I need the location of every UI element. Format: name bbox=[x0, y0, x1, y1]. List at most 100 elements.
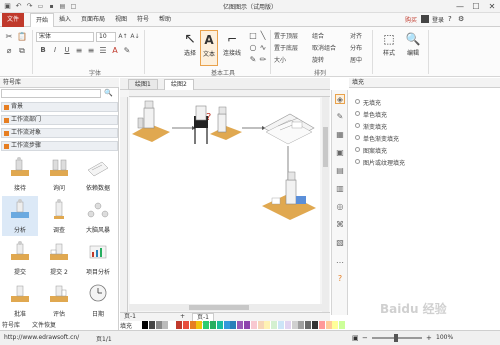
line-icon[interactable]: ╲ bbox=[258, 31, 268, 40]
underline-button[interactable]: U bbox=[62, 46, 72, 55]
fill-option-pattern[interactable]: 图案填充 bbox=[355, 146, 387, 155]
category-workflow-department[interactable]: 工作流部门 bbox=[1, 115, 118, 125]
color-swatch[interactable] bbox=[182, 321, 189, 329]
shape-submit[interactable]: 提交 bbox=[2, 238, 38, 278]
minimize-button[interactable]: — bbox=[452, 0, 468, 13]
color-swatch[interactable] bbox=[257, 321, 264, 329]
category-workflow-object[interactable]: 工作流对象 bbox=[1, 128, 118, 138]
ellipse-icon[interactable]: ○ bbox=[248, 43, 258, 52]
font-size-select[interactable]: 10 bbox=[96, 32, 116, 42]
category-background[interactable]: 背景 bbox=[1, 102, 118, 112]
align-button[interactable]: 对齐 bbox=[350, 31, 362, 40]
style-button[interactable]: ⬚ 样式 bbox=[378, 30, 400, 66]
shrink-font-icon[interactable]: A↓ bbox=[130, 32, 140, 41]
color-swatch[interactable] bbox=[155, 321, 162, 329]
edit-button[interactable]: 🔍 编辑 bbox=[402, 30, 424, 66]
curve-icon[interactable]: ∿ bbox=[258, 43, 268, 52]
color-swatch[interactable] bbox=[318, 321, 325, 329]
analysis-figure[interactable] bbox=[262, 171, 316, 220]
fill-option-solid-gradient[interactable]: 单色渐变填充 bbox=[355, 134, 399, 143]
scroll-thumb[interactable] bbox=[323, 127, 328, 167]
select-tool[interactable]: ↖ 选择 bbox=[181, 30, 199, 66]
comment-icon[interactable]: … bbox=[335, 256, 345, 266]
tab-symbol-library[interactable]: 符号库 bbox=[2, 320, 20, 329]
shape-submit-2[interactable]: 提交 2 bbox=[41, 238, 77, 278]
shape-date[interactable]: 日期 bbox=[80, 280, 116, 320]
login-link[interactable]: 登录 bbox=[432, 15, 444, 24]
color-swatch[interactable] bbox=[203, 321, 210, 329]
text-tool[interactable]: A 文本 bbox=[200, 30, 218, 66]
save-icon[interactable]: ▪ bbox=[47, 2, 56, 11]
rotate-button[interactable]: 旋转 bbox=[312, 55, 324, 64]
bullet-icon[interactable]: ☰ bbox=[98, 46, 108, 55]
highlight-icon[interactable]: ✎ bbox=[122, 46, 132, 55]
buy-link[interactable]: 购买 bbox=[405, 15, 417, 24]
help-panel-icon[interactable]: ? bbox=[335, 274, 345, 284]
zoom-in-icon[interactable]: + bbox=[426, 334, 432, 342]
tab-page-layout[interactable]: 页面布局 bbox=[76, 13, 110, 27]
page-nav-label[interactable]: 页-1 bbox=[124, 313, 136, 321]
tab-home[interactable]: 开始 bbox=[30, 13, 55, 27]
shape-survey[interactable]: 调查 bbox=[41, 196, 77, 236]
close-button[interactable]: ✕ bbox=[484, 0, 500, 13]
color-swatch[interactable] bbox=[176, 321, 182, 329]
fit-page-icon[interactable]: ▣ bbox=[352, 334, 359, 342]
inquiry-figure[interactable]: ? bbox=[194, 105, 242, 144]
shape-reception[interactable]: 接待 bbox=[2, 154, 38, 194]
fill-option-solid[interactable]: 单色填充 bbox=[355, 110, 387, 119]
cut-icon[interactable]: ✂ bbox=[4, 32, 14, 41]
help-icon[interactable]: ? bbox=[448, 15, 452, 23]
align-left-icon[interactable]: ≡ bbox=[74, 46, 84, 55]
center-button[interactable]: 居中 bbox=[350, 55, 362, 64]
format-painter-icon[interactable]: ⌀ bbox=[4, 46, 14, 55]
zoom-out-icon[interactable]: − bbox=[362, 334, 368, 342]
navigator-icon[interactable]: ◎ bbox=[335, 202, 345, 212]
category-workflow-steps[interactable]: 工作流步骤 bbox=[1, 141, 118, 151]
shadow-icon[interactable]: ▦ bbox=[335, 130, 345, 140]
website-link[interactable]: http://www.edrawsoft.cn/ bbox=[4, 334, 79, 341]
zoom-slider-thumb[interactable] bbox=[394, 334, 398, 342]
group-button[interactable]: 组合 bbox=[312, 31, 324, 40]
search-icon[interactable]: 🔍 bbox=[104, 89, 113, 97]
distribute-button[interactable]: 分布 bbox=[350, 43, 362, 52]
color-swatch[interactable] bbox=[189, 321, 196, 329]
copy-icon[interactable]: ⧉ bbox=[17, 46, 27, 55]
vertical-scrollbar[interactable] bbox=[322, 97, 329, 315]
page-setup-icon[interactable]: ▥ bbox=[335, 184, 345, 194]
color-swatch[interactable] bbox=[196, 321, 203, 329]
rectangle-icon[interactable]: □ bbox=[248, 31, 258, 40]
grow-font-icon[interactable]: A↑ bbox=[118, 32, 128, 41]
data-icon[interactable]: ▧ bbox=[335, 238, 345, 248]
bold-button[interactable]: B bbox=[38, 46, 48, 55]
line-style-icon[interactable]: ✎ bbox=[335, 112, 345, 122]
image-icon[interactable]: ▣ bbox=[335, 148, 345, 158]
fill-option-none[interactable]: 无填充 bbox=[355, 98, 381, 107]
fill-option-picture[interactable]: 图片或纹理填充 bbox=[355, 158, 405, 167]
align-center-icon[interactable]: ≡ bbox=[86, 46, 96, 55]
ungroup-button[interactable]: 取消组合 bbox=[312, 43, 336, 52]
color-swatch[interactable] bbox=[339, 321, 346, 329]
new-icon[interactable]: □ bbox=[69, 2, 78, 11]
undo-icon[interactable]: ↶ bbox=[14, 2, 23, 11]
zoom-slider[interactable] bbox=[372, 334, 422, 342]
color-swatch[interactable] bbox=[325, 321, 332, 329]
tab-insert[interactable]: 插入 bbox=[54, 13, 76, 27]
shape-brainstorm[interactable]: 大脑风暴 bbox=[80, 196, 116, 236]
color-swatch[interactable] bbox=[264, 321, 271, 329]
font-color-icon[interactable]: A bbox=[110, 46, 120, 55]
shape-inquiry[interactable]: 询问 bbox=[41, 154, 77, 194]
tab-symbol[interactable]: 符号 bbox=[132, 13, 154, 27]
library-search-input[interactable] bbox=[1, 89, 101, 98]
font-name-select[interactable]: 宋体 bbox=[36, 32, 94, 42]
color-swatch[interactable] bbox=[250, 321, 257, 329]
color-swatch[interactable] bbox=[210, 321, 216, 329]
shape-project-analysis[interactable]: 项目分析 bbox=[80, 238, 116, 278]
send-to-back-button[interactable]: 置于底层 bbox=[274, 43, 298, 52]
color-swatch[interactable] bbox=[142, 321, 148, 329]
size-button[interactable]: 大小 bbox=[274, 55, 286, 64]
scroll-thumb[interactable] bbox=[189, 305, 249, 310]
paste-icon[interactable]: 📋 bbox=[17, 32, 27, 41]
color-swatch[interactable] bbox=[216, 321, 223, 329]
color-swatch[interactable] bbox=[169, 321, 176, 329]
color-swatch[interactable] bbox=[244, 321, 250, 329]
